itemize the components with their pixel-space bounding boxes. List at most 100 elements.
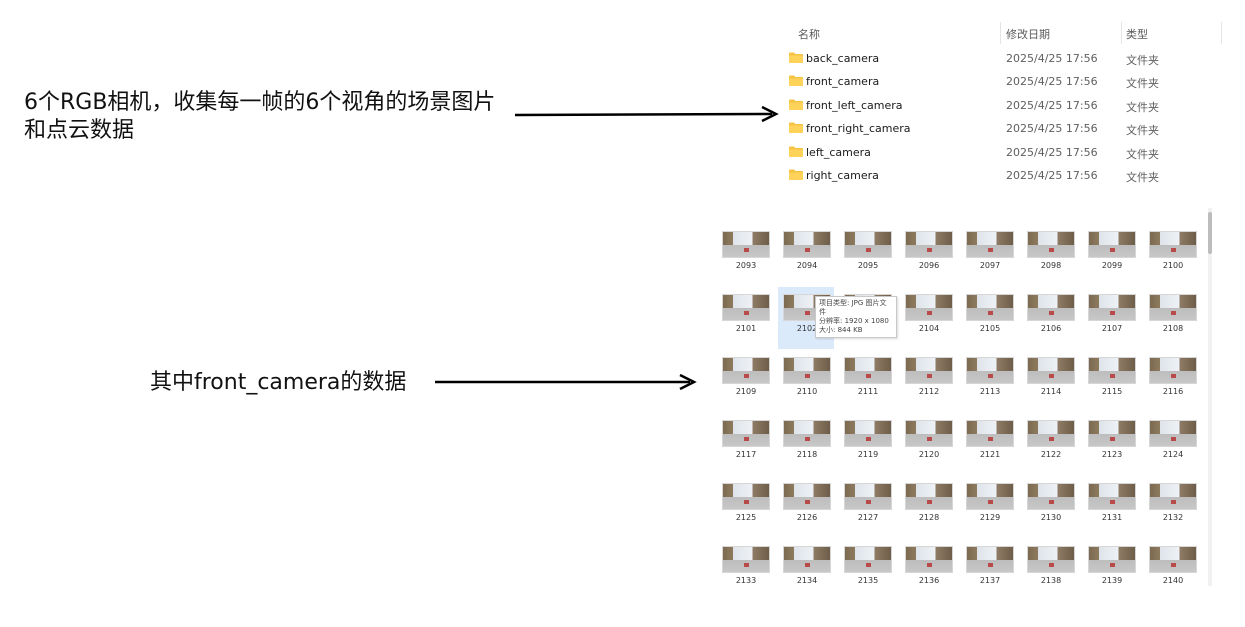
image-thumbnail[interactable]: 2123 xyxy=(1086,419,1142,475)
thumbnail-image xyxy=(1149,231,1197,258)
thumbnail-label: 2125 xyxy=(735,513,757,522)
folder-modified-date: 2025/4/25 17:56 xyxy=(1006,122,1098,136)
arrow-to-thumbnails xyxy=(435,373,697,391)
image-thumbnail[interactable]: 2132 xyxy=(1147,482,1203,538)
column-header-name[interactable]: 名称 xyxy=(798,26,820,42)
image-thumbnail[interactable]: 2109 xyxy=(720,356,776,412)
image-thumbnail[interactable]: 2098 xyxy=(1025,230,1081,286)
thumbnail-image xyxy=(722,294,770,321)
image-thumbnail[interactable]: 2114 xyxy=(1025,356,1081,412)
image-thumbnail[interactable]: 2115 xyxy=(1086,356,1142,412)
thumbnail-label: 2109 xyxy=(735,387,757,396)
thumbnail-label: 2137 xyxy=(979,576,1001,585)
folder-row[interactable]: back_camera 2025/4/25 17:56 文件夹 xyxy=(786,48,1216,70)
folder-type: 文件夹 xyxy=(1126,171,1159,184)
image-thumbnail[interactable]: 2111 xyxy=(842,356,898,412)
image-thumbnail[interactable]: 2118 xyxy=(781,419,837,475)
image-thumbnail[interactable]: 2135 xyxy=(842,545,898,588)
image-thumbnail[interactable]: 2105 xyxy=(964,293,1020,349)
thumbnail-image xyxy=(1149,294,1197,321)
image-thumbnail[interactable]: 2096 xyxy=(903,230,959,286)
image-thumbnail[interactable]: 2136 xyxy=(903,545,959,588)
image-thumbnail[interactable]: 2108 xyxy=(1147,293,1203,349)
image-thumbnail[interactable]: 2133 xyxy=(720,545,776,588)
image-thumbnail[interactable]: 2117 xyxy=(720,419,776,475)
image-thumbnail[interactable]: 2094 xyxy=(781,230,837,286)
image-thumbnail[interactable]: 2130 xyxy=(1025,482,1081,538)
thumbnail-label: 2140 xyxy=(1162,576,1184,585)
thumbnail-image xyxy=(1088,231,1136,258)
folder-icon xyxy=(789,52,803,63)
thumbnail-label: 2106 xyxy=(1040,324,1062,333)
image-thumbnail[interactable]: 2095 xyxy=(842,230,898,286)
thumbnail-label: 2138 xyxy=(1040,576,1062,585)
folder-name: front_right_camera xyxy=(806,122,911,136)
image-thumbnail[interactable]: 2093 xyxy=(720,230,776,286)
image-thumbnail[interactable]: 2106 xyxy=(1025,293,1081,349)
folder-row[interactable]: front_camera 2025/4/25 17:56 文件夹 xyxy=(786,71,1216,93)
image-thumbnail[interactable]: 2104 xyxy=(903,293,959,349)
column-header-type[interactable]: 类型 xyxy=(1126,26,1148,42)
image-thumbnail[interactable]: 2137 xyxy=(964,545,1020,588)
thumbnail-image xyxy=(844,483,892,510)
image-thumbnail[interactable]: 2110 xyxy=(781,356,837,412)
thumbnail-label: 2113 xyxy=(979,387,1001,396)
folder-type: 文件夹 xyxy=(1126,54,1159,67)
image-thumbnail[interactable]: 2124 xyxy=(1147,419,1203,475)
folder-row[interactable]: front_left_camera 2025/4/25 17:56 文件夹 xyxy=(786,95,1216,117)
image-thumbnail[interactable]: 2131 xyxy=(1086,482,1142,538)
image-thumbnail[interactable]: 2113 xyxy=(964,356,1020,412)
folder-type: 文件夹 xyxy=(1126,147,1159,161)
folder-row[interactable]: right_camera 2025/4/25 17:56 文件夹 xyxy=(786,165,1216,187)
folder-type: 文件夹 xyxy=(1126,124,1159,138)
folder-row[interactable]: left_camera 2025/4/25 17:56 文件夹 xyxy=(786,142,1216,164)
column-divider[interactable] xyxy=(1000,22,1001,44)
folder-modified-date: 2025/4/25 17:56 xyxy=(1006,52,1098,65)
thumbnail-image xyxy=(722,357,770,384)
scrollbar-thumb[interactable] xyxy=(1208,212,1212,254)
file-info-tooltip: 项目类型: JPG 图片文件 分辨率: 1920 x 1080 大小: 844 … xyxy=(815,296,897,338)
tooltip-resolution: 分辨率: 1920 x 1080 xyxy=(819,317,889,325)
folder-modified-date: 2025/4/25 17:56 xyxy=(1006,145,1098,159)
thumbnail-label: 2100 xyxy=(1162,261,1184,270)
image-thumbnail[interactable]: 2138 xyxy=(1025,545,1081,588)
thumbnail-label: 2132 xyxy=(1162,513,1184,522)
thumbnail-label: 2093 xyxy=(735,261,757,270)
thumbnail-image xyxy=(722,546,770,573)
column-divider[interactable] xyxy=(1221,22,1222,44)
image-thumbnail[interactable]: 2101 xyxy=(720,293,776,349)
thumbnail-label: 2136 xyxy=(918,576,940,585)
image-thumbnail[interactable]: 2128 xyxy=(903,482,959,538)
image-thumbnail[interactable]: 2099 xyxy=(1086,230,1142,286)
image-thumbnail[interactable]: 2129 xyxy=(964,482,1020,538)
image-thumbnail[interactable]: 2139 xyxy=(1086,545,1142,588)
image-thumbnail[interactable]: 2140 xyxy=(1147,545,1203,588)
vertical-scrollbar[interactable] xyxy=(1208,208,1212,586)
thumbnail-label: 2117 xyxy=(735,450,757,459)
image-thumbnail[interactable]: 2107 xyxy=(1086,293,1142,349)
column-divider[interactable] xyxy=(1121,22,1122,44)
image-thumbnail[interactable]: 2100 xyxy=(1147,230,1203,286)
thumbnail-label: 2107 xyxy=(1101,324,1123,333)
image-thumbnail[interactable]: 2119 xyxy=(842,419,898,475)
thumbnail-image xyxy=(722,420,770,447)
image-thumbnail[interactable]: 2116 xyxy=(1147,356,1203,412)
image-thumbnail[interactable]: 2120 xyxy=(903,419,959,475)
image-thumbnail[interactable]: 2097 xyxy=(964,230,1020,286)
thumbnail-image xyxy=(783,546,831,573)
folder-row[interactable]: front_right_camera 2025/4/25 17:56 文件夹 xyxy=(786,118,1216,140)
image-thumbnail[interactable]: 2121 xyxy=(964,419,1020,475)
image-thumbnail[interactable]: 2112 xyxy=(903,356,959,412)
thumbnail-label: 2135 xyxy=(857,576,879,585)
image-thumbnail[interactable]: 2126 xyxy=(781,482,837,538)
image-thumbnail[interactable]: 2125 xyxy=(720,482,776,538)
image-thumbnail[interactable]: 2127 xyxy=(842,482,898,538)
thumbnail-label: 2127 xyxy=(857,513,879,522)
image-thumbnail[interactable]: 2122 xyxy=(1025,419,1081,475)
column-header-date[interactable]: 修改日期 xyxy=(1006,26,1050,42)
thumbnail-image xyxy=(966,357,1014,384)
image-thumbnail[interactable]: 2134 xyxy=(781,545,837,588)
thumbnail-image xyxy=(783,231,831,258)
thumbnail-label: 2119 xyxy=(857,450,879,459)
thumbnail-image xyxy=(783,357,831,384)
